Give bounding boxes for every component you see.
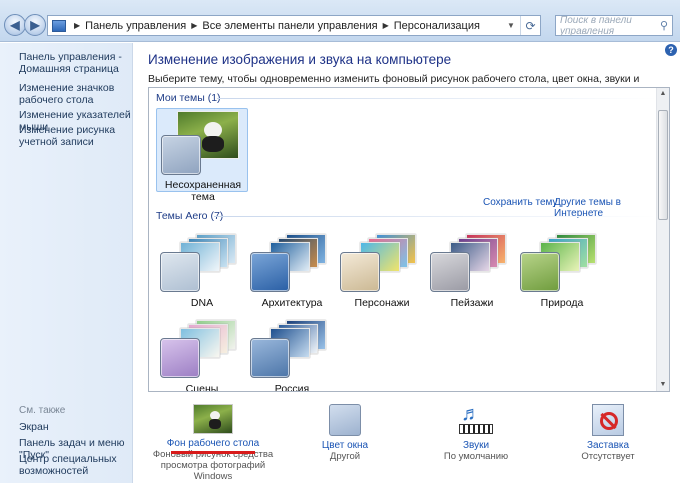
arrow-left-icon: ◀ <box>10 18 20 32</box>
breadcrumb-personalization[interactable]: Персонализация <box>394 20 480 32</box>
window-color-setting[interactable]: Цвет окна Другой <box>275 404 415 462</box>
breadcrumb-control-panel[interactable]: Панель управления <box>85 20 186 32</box>
sidebar-link-desktop-icons[interactable]: Изменение значков рабочего стола <box>19 82 131 106</box>
window-color-swatch <box>250 252 290 292</box>
theme-label: Пейзажи <box>450 297 494 309</box>
window-color-swatch <box>340 252 380 292</box>
theme-label: Несохраненная тема <box>164 179 242 203</box>
breadcrumb-separator-icon: ▶ <box>74 21 81 30</box>
arrow-right-icon: ▶ <box>30 18 40 32</box>
screensaver-value: Отсутствует <box>581 451 635 462</box>
my-themes-heading: Мои темы (1) <box>156 92 221 104</box>
scroll-thumb[interactable] <box>658 110 668 220</box>
breadcrumb-all-items[interactable]: Все элементы панели управления <box>202 20 377 32</box>
page-title: Изменение изображения и звука на компьют… <box>148 52 452 67</box>
theme-dna[interactable]: DNA <box>156 226 248 310</box>
sidebar-link-account-picture[interactable]: Изменение рисунка учетной записи <box>19 124 131 148</box>
see-also-display[interactable]: Экран <box>19 421 131 433</box>
back-button[interactable]: ◀ <box>4 14 26 36</box>
theme-landscapes[interactable]: Пейзажи <box>426 226 518 310</box>
theme-architecture[interactable]: Архитектура <box>246 226 338 310</box>
theme-nature[interactable]: Природа <box>516 226 608 310</box>
theme-label: Персонажи <box>354 297 410 309</box>
theme-label: Сцены <box>185 383 219 392</box>
scroll-up-icon[interactable]: ▲ <box>657 88 669 100</box>
history-dropdown-icon[interactable]: ▼ <box>502 21 520 30</box>
breadcrumb-separator-icon: ▶ <box>382 21 389 30</box>
group-divider <box>214 216 657 217</box>
sounds-icon: ♬ <box>459 404 493 436</box>
sounds-value: По умолчанию <box>443 451 509 462</box>
theme-label: Россия <box>274 383 310 392</box>
window-color-icon <box>329 404 361 436</box>
vertical-scrollbar[interactable]: ▲ ▼ <box>656 88 669 391</box>
themes-list[interactable]: Мои темы (1) Несохраненная тема Сохранит… <box>148 87 670 392</box>
screensaver-icon <box>592 404 624 436</box>
theme-label: Архитектура <box>261 297 323 309</box>
window-color-value: Другой <box>329 451 361 462</box>
desktop-background-icon <box>193 404 233 434</box>
sounds-link[interactable]: Звуки <box>406 440 546 451</box>
see-also-heading: См. также <box>19 405 66 416</box>
window-color-swatch <box>160 252 200 292</box>
desktop-background-link[interactable]: Фон рабочего стола <box>143 438 283 449</box>
desktop-background-setting[interactable]: Фон рабочего стола Фоновый рисунок средс… <box>143 404 283 482</box>
see-also-accessibility[interactable]: Центр специальных возможностей <box>19 453 131 477</box>
theme-scenes[interactable]: Сцены <box>156 312 248 392</box>
sounds-setting[interactable]: ♬ Звуки По умолчанию <box>406 404 546 462</box>
highlight-underline <box>171 451 255 454</box>
window-color-swatch <box>520 252 560 292</box>
search-placeholder: Поиск в панели управления <box>560 14 632 37</box>
screensaver-link[interactable]: Заставка <box>538 440 678 451</box>
window-color-swatch <box>160 338 200 378</box>
theme-label: DNA <box>190 297 214 309</box>
scroll-down-icon[interactable]: ▼ <box>657 379 669 391</box>
sidebar-link-home[interactable]: Панель управления - Домашняя страница <box>19 51 131 75</box>
screensaver-setting[interactable]: Заставка Отсутствует <box>538 404 678 462</box>
group-divider <box>217 98 657 99</box>
theme-label: Природа <box>540 297 584 309</box>
theme-russia[interactable]: Россия <box>246 312 338 392</box>
window-color-swatch <box>161 135 201 175</box>
address-bar[interactable]: ▶ Панель управления ▶ Все элементы панел… <box>47 15 541 36</box>
control-panel-icon <box>52 19 66 32</box>
breadcrumb-separator-icon: ▶ <box>191 21 198 30</box>
search-input[interactable]: Поиск в панели управления ⚲ <box>555 14 673 37</box>
refresh-icon[interactable]: ⟳ <box>520 16 540 35</box>
address-toolbar: ◀ ▶ ▶ Панель управления ▶ Все элементы п… <box>0 0 680 42</box>
theme-characters[interactable]: Персонажи <box>336 226 428 310</box>
window-color-swatch <box>430 252 470 292</box>
forward-button[interactable]: ▶ <box>24 14 46 36</box>
window-color-link[interactable]: Цвет окна <box>275 440 415 451</box>
save-theme-link[interactable]: Сохранить тему <box>483 197 558 208</box>
search-icon[interactable]: ⚲ <box>656 19 672 32</box>
window-color-swatch <box>250 338 290 378</box>
sidebar: Панель управления - Домашняя страница Из… <box>0 43 133 483</box>
help-icon[interactable]: ? <box>665 44 677 56</box>
theme-unsaved[interactable]: Несохраненная тема <box>156 108 248 203</box>
